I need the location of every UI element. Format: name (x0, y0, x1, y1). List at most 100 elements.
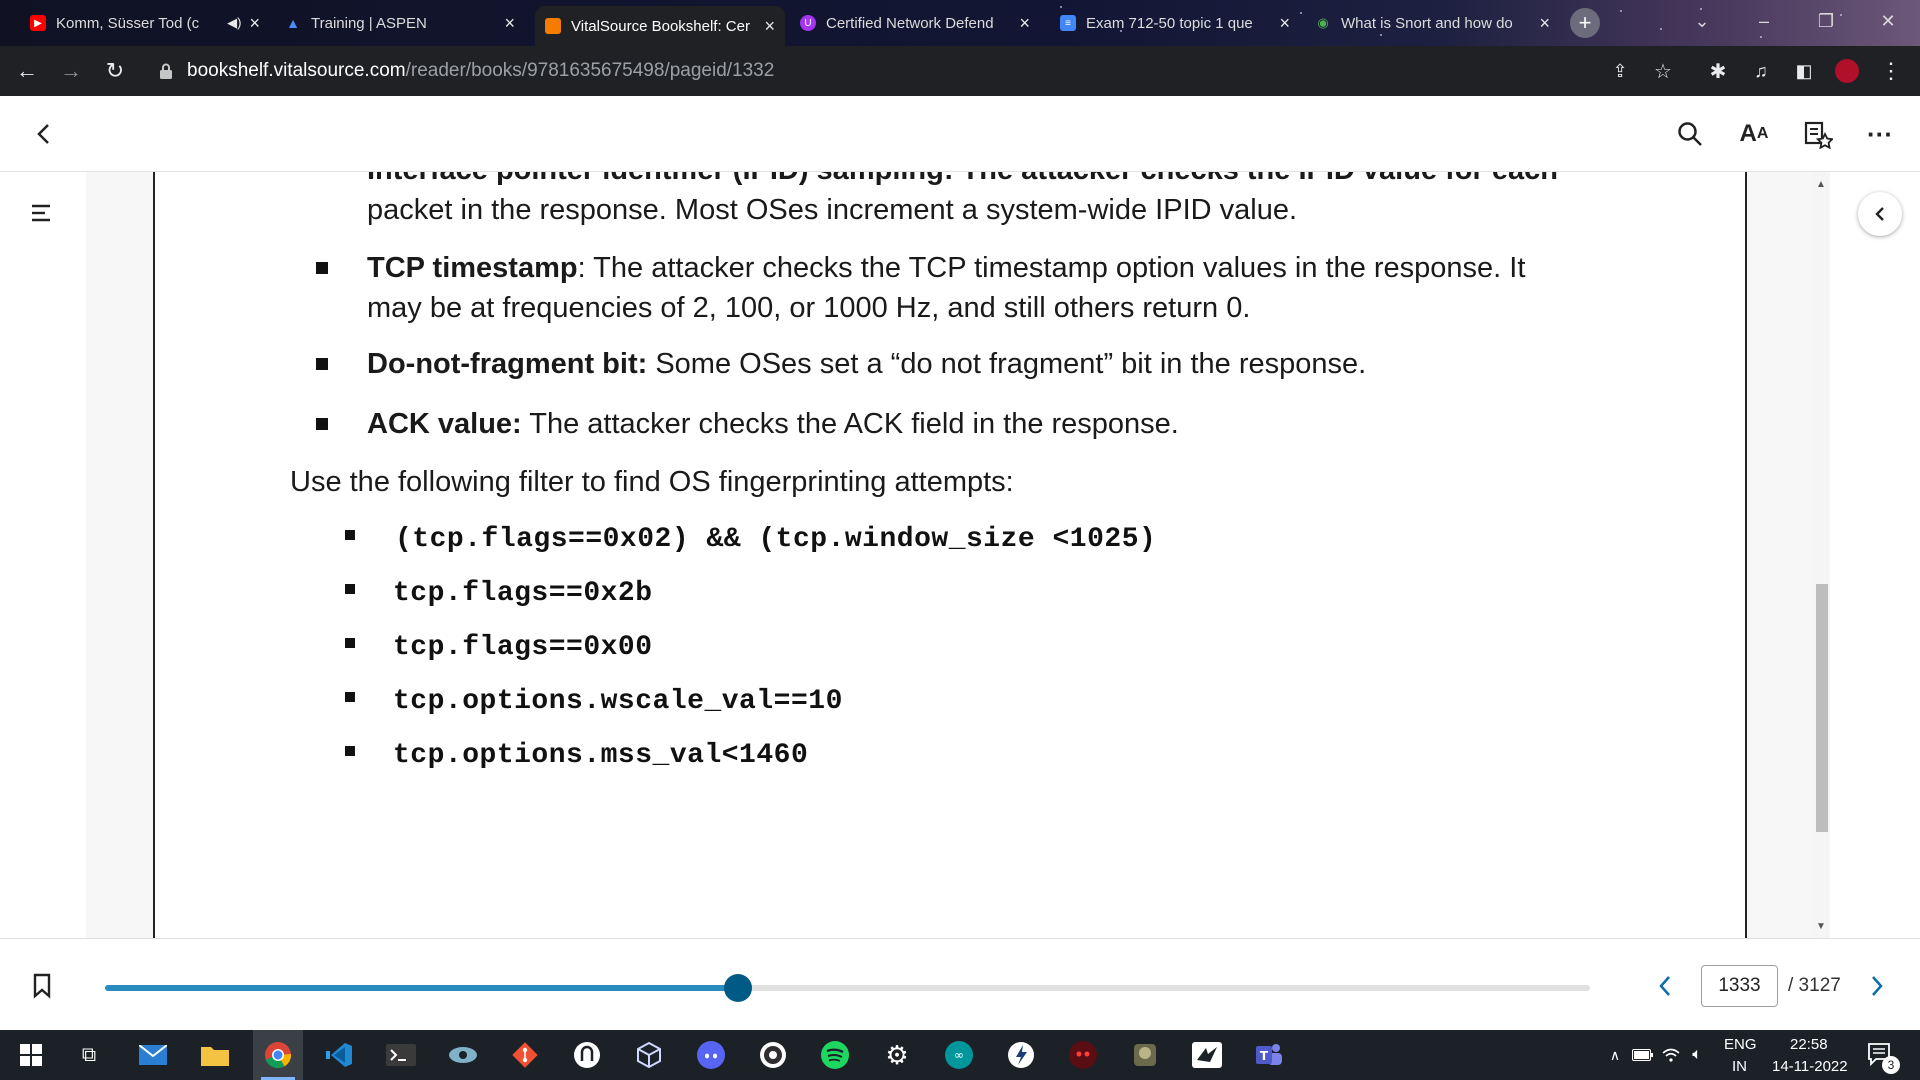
game-skull-icon[interactable] (1066, 1038, 1100, 1072)
clock-time[interactable]: 22:58 (1790, 1036, 1828, 1053)
postman-icon[interactable] (570, 1038, 604, 1072)
mail-icon[interactable] (136, 1038, 170, 1072)
open-side-panel-button[interactable] (1858, 192, 1902, 236)
table-of-contents-icon[interactable] (30, 202, 54, 224)
vitalsource-icon (545, 18, 561, 34)
teams-icon[interactable]: T (1252, 1038, 1286, 1072)
snort-icon: ◉ (1317, 15, 1329, 30)
back-chevron-icon[interactable] (24, 114, 64, 154)
bullet-marker (345, 530, 355, 540)
ipid-line-continued: packet in the response. Most OSes increm… (367, 194, 1298, 226)
previous-page-icon[interactable] (1650, 969, 1680, 1003)
bullet-marker (316, 358, 328, 370)
filter-code-line: (tcp.flags==0x02) && (tcp.window_size <1… (395, 524, 1157, 555)
tab-title: Exam 712-50 topic 1 que (1086, 14, 1253, 32)
menu-kebab-icon[interactable]: ⋮ (1876, 56, 1906, 86)
close-icon[interactable]: × (1539, 13, 1550, 34)
discord-icon[interactable] (694, 1038, 728, 1072)
more-options-icon[interactable]: ··· (1860, 114, 1900, 154)
bookmark-star-icon[interactable]: ☆ (1648, 56, 1678, 86)
language-indicator-top[interactable]: ENG (1724, 1036, 1757, 1053)
vpn-eye-icon[interactable] (446, 1038, 480, 1072)
text-size-icon[interactable]: AA (1734, 114, 1774, 154)
restore-icon[interactable]: ❐ (1804, 6, 1848, 36)
minimize-icon[interactable]: – (1742, 6, 1786, 36)
bullet-marker (316, 262, 328, 274)
bullet-marker (345, 746, 355, 756)
tab-vitalsource[interactable]: VitalSource Bookshelf: Cer × (535, 6, 785, 46)
file-explorer-icon[interactable] (198, 1038, 232, 1072)
search-icon[interactable] (1670, 114, 1710, 154)
close-window-icon[interactable]: ✕ (1866, 6, 1910, 36)
virtualbox-icon[interactable] (632, 1038, 666, 1072)
speaker-icon[interactable]: ◀) (227, 15, 241, 31)
close-icon[interactable]: × (504, 13, 515, 34)
arduino-icon[interactable]: ∞ (942, 1038, 976, 1072)
bookmark-icon[interactable] (32, 973, 52, 999)
bullet-marker (345, 638, 355, 648)
svg-text:T: T (1260, 1049, 1269, 1063)
scroll-up-arrow-icon[interactable]: ▲ (1813, 176, 1829, 192)
filter-code-line: tcp.flags==0x00 (393, 632, 653, 663)
ack-value-bullet: ACK value: The attacker checks the ACK f… (367, 404, 1179, 444)
new-tab-button[interactable]: + (1570, 8, 1600, 38)
share-icon[interactable]: ⇪ (1605, 56, 1635, 86)
git-icon[interactable] (508, 1038, 542, 1072)
app-bird-icon[interactable] (1190, 1038, 1224, 1072)
tcp-timestamp-text-2: may be at frequencies of 2, 100, or 1000… (367, 292, 1251, 324)
notification-count-badge: 3 (1882, 1056, 1900, 1074)
back-icon[interactable]: ← (12, 56, 42, 86)
close-icon[interactable]: × (249, 13, 260, 34)
tcp-timestamp-bullet: TCP timestamp: The attacker checks the T… (367, 248, 1707, 328)
tab-search-icon[interactable]: ⌄ (1680, 6, 1724, 36)
tab-aspen[interactable]: ▲ Training | ASPEN × (275, 4, 525, 42)
close-icon[interactable]: × (1279, 13, 1290, 34)
clock-date[interactable]: 14-11-2022 (1772, 1058, 1848, 1075)
vscode-icon[interactable] (322, 1038, 356, 1072)
terminal-icon[interactable] (384, 1038, 418, 1072)
media-control-icon[interactable]: ♫ (1746, 56, 1776, 86)
youtube-icon: ▶ (30, 15, 46, 31)
sidebar-icon[interactable]: ◧ (1789, 56, 1819, 86)
page-number-input[interactable] (1701, 965, 1778, 1007)
settings-gear-icon[interactable]: ⚙ (880, 1038, 914, 1072)
volume-icon[interactable]: 🔈︎ (1680, 1038, 1714, 1072)
tab-title: Komm, Süsser Tod (c (56, 14, 200, 32)
browser-toolbar: ← → ↻ bookshelf.vitalsource.com/reader/b… (0, 46, 1920, 96)
game-soldier-icon[interactable] (1128, 1038, 1162, 1072)
language-indicator-bottom[interactable]: IN (1732, 1058, 1747, 1075)
progress-knob[interactable] (723, 974, 752, 1002)
examtopics-icon: ≡ (1060, 15, 1076, 31)
tab-title: Training | ASPEN (311, 14, 427, 32)
do-not-fragment-label: Do-not-fragment bit: (367, 348, 648, 380)
address-bar[interactable]: bookshelf.vitalsource.com/reader/books/9… (145, 52, 1665, 90)
scrollbar-thumb[interactable] (1816, 584, 1828, 832)
tab-title: Certified Network Defend (826, 14, 994, 32)
aspen-icon: ▲ (286, 15, 300, 31)
windows-start-icon[interactable] (14, 1038, 48, 1072)
extensions-icon[interactable]: ✱ (1703, 56, 1733, 86)
forward-icon[interactable]: → (56, 56, 86, 86)
scroll-down-arrow-icon[interactable]: ▼ (1813, 918, 1829, 934)
close-icon[interactable]: × (1019, 13, 1030, 34)
spotify-icon[interactable] (818, 1038, 852, 1072)
tab-udemy[interactable]: U Certified Network Defend × (790, 4, 1040, 42)
tab-youtube[interactable]: ▶ Komm, Süsser Tod (c ◀) × (20, 4, 270, 42)
filter-code-line: tcp.options.wscale_val==10 (393, 686, 843, 717)
tab-examtopics[interactable]: ≡ Exam 712-50 topic 1 que × (1050, 4, 1300, 42)
add-to-notes-icon[interactable] (1798, 114, 1838, 154)
close-icon[interactable]: × (764, 16, 775, 37)
bolt-app-icon[interactable] (1004, 1038, 1038, 1072)
obs-icon[interactable] (756, 1038, 790, 1072)
reload-icon[interactable]: ↻ (100, 56, 130, 86)
chrome-icon[interactable] (261, 1038, 295, 1072)
reading-progress-slider[interactable] (105, 974, 1590, 1002)
profile-avatar[interactable] (1832, 56, 1862, 86)
do-not-fragment-text: Some OSes set a “do not fragment” bit in… (647, 348, 1367, 380)
task-view-icon[interactable]: ⧉ (72, 1038, 106, 1072)
tab-snort[interactable]: ◉ What is Snort and how do × (1305, 4, 1560, 42)
ack-value-label: ACK value: (367, 408, 522, 440)
book-page: Interface pointer identifier (IPID) samp… (153, 172, 1747, 938)
udemy-icon: U (800, 15, 816, 31)
next-page-icon[interactable] (1862, 969, 1892, 1003)
